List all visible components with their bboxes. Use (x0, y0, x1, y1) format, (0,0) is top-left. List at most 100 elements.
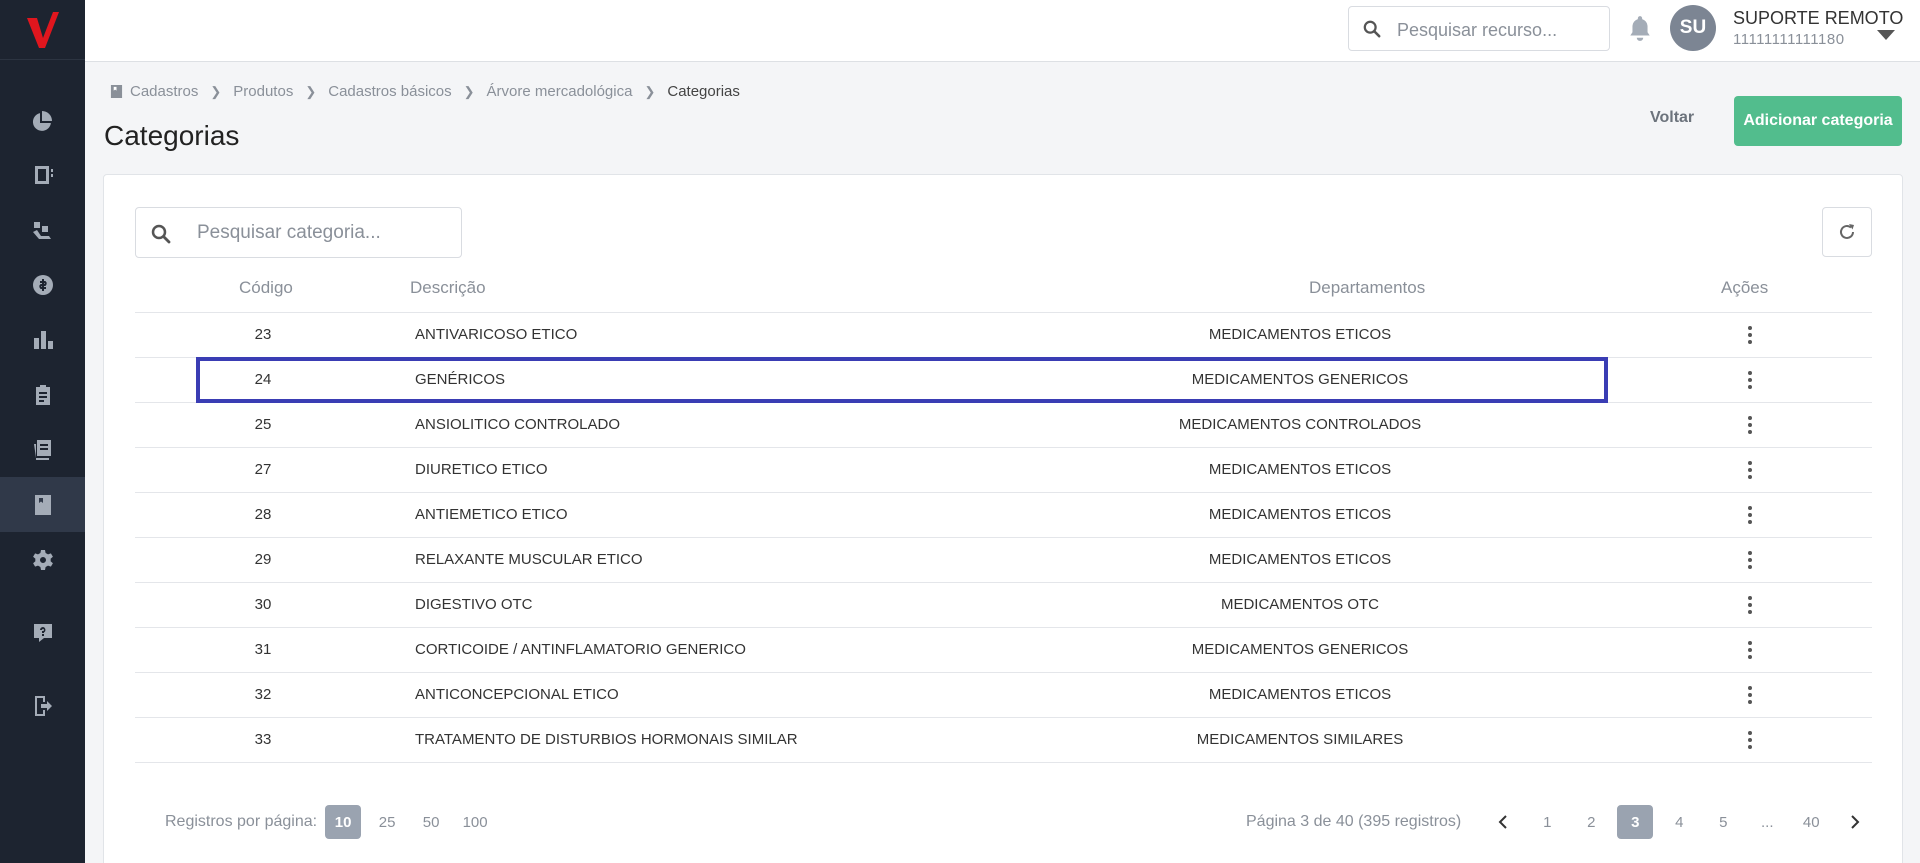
cell-code: 28 (254, 506, 272, 523)
more-vertical-icon[interactable] (1744, 549, 1756, 571)
finance-icon (32, 274, 53, 295)
column-header-code[interactable]: Código (239, 278, 293, 298)
cell-department: MEDICAMENTOS ETICOS (1208, 551, 1392, 568)
breadcrumb-item[interactable]: Árvore mercadológica (487, 83, 633, 100)
dashboard-icon (32, 110, 52, 131)
chevron-right-icon: ❯ (305, 83, 317, 99)
sidebar-item-clipboard[interactable] (0, 367, 85, 422)
more-vertical-icon[interactable] (1744, 459, 1756, 481)
cell-code: 27 (254, 461, 272, 478)
sidebar-item-notebook[interactable] (0, 147, 85, 202)
column-header-actions: Ações (1721, 278, 1769, 297)
chevron-right-icon: ❯ (463, 83, 475, 99)
page-button[interactable]: 4 (1661, 805, 1697, 839)
more-vertical-icon[interactable] (1744, 594, 1756, 616)
cell-department: MEDICAMENTOS ETICOS (1208, 461, 1392, 478)
sidebar-item-logistics[interactable] (0, 202, 85, 257)
sidebar-item-dashboard[interactable] (0, 93, 85, 148)
brand-logo[interactable] (0, 0, 85, 60)
table-row[interactable]: 33 TRATAMENTO DE DISTURBIOS HORMONAIS SIM… (135, 717, 1872, 762)
sidebar (0, 0, 85, 863)
sidebar-item-finance[interactable] (0, 257, 85, 312)
table-row[interactable]: 32 ANTICONCEPCIONAL ETICO MEDICAMENTOS ETI… (135, 672, 1872, 717)
page-button[interactable]: 1 (1529, 805, 1565, 839)
more-vertical-icon[interactable] (1744, 414, 1756, 436)
category-search-input[interactable]: Pesquisar categoria... (135, 207, 462, 258)
more-vertical-icon[interactable] (1744, 639, 1756, 661)
breadcrumb-current: Categorias (667, 83, 740, 100)
sidebar-item-invoices[interactable] (0, 422, 85, 477)
pagination-ellipsis: ... (1760, 813, 1774, 831)
notebook-icon (34, 165, 53, 184)
table-row[interactable]: 28 ANTIEMETICO ETICO MEDICAMENTOS ETICOS (135, 492, 1872, 537)
top-header: Pesquisar recurso... SU SUPORTE REMOTO 1… (85, 0, 1920, 62)
column-header-departments[interactable]: Departamentos (1309, 278, 1425, 298)
sidebar-item-settings[interactable] (0, 532, 85, 587)
table-row[interactable]: 27 DIURETICO ETICO MEDICAMENTOS ETICOS (135, 447, 1872, 492)
sidebar-item-help[interactable] (0, 605, 85, 660)
logout-icon (34, 695, 52, 716)
brand-logo-icon (26, 11, 59, 48)
back-button[interactable]: Voltar (1650, 109, 1694, 127)
more-vertical-icon[interactable] (1744, 504, 1756, 526)
pagination-info: Página 3 de 40 (395 registros) (1246, 813, 1462, 830)
cell-description: ANTIEMETICO ETICO (415, 506, 568, 523)
more-vertical-icon[interactable] (1744, 369, 1756, 391)
table-row[interactable]: 30 DIGESTIVO OTC MEDICAMENTOS OTC (135, 582, 1872, 627)
user-name[interactable]: SUPORTE REMOTO (1733, 8, 1903, 29)
more-vertical-icon[interactable] (1744, 729, 1756, 751)
global-search-input[interactable]: Pesquisar recurso... (1348, 6, 1610, 51)
cell-description: RELAXANTE MUSCULAR ETICO (415, 551, 643, 568)
cell-department: MEDICAMENTOS OTC (1220, 596, 1380, 613)
avatar[interactable]: SU (1670, 5, 1716, 51)
reports-icon (33, 330, 53, 349)
page-button[interactable]: 40 (1793, 805, 1829, 839)
cell-department: MEDICAMENTOS SIMILARES (1196, 731, 1404, 748)
refresh-button[interactable] (1822, 207, 1872, 257)
chevron-right-icon: ❯ (644, 83, 656, 99)
global-search-placeholder: Pesquisar recurso... (1397, 20, 1558, 40)
sidebar-item-reports[interactable] (0, 312, 85, 367)
table-row[interactable]: 23 ANTIVARICOSO ETICO MEDICAMENTOS ETICOS (135, 312, 1872, 357)
page-button[interactable]: 2 (1573, 805, 1609, 839)
more-vertical-icon[interactable] (1744, 324, 1756, 346)
more-vertical-icon[interactable] (1744, 684, 1756, 706)
cell-department: MEDICAMENTOS ETICOS (1208, 326, 1392, 343)
page-button[interactable]: 5 (1705, 805, 1741, 839)
chevron-right-icon (1851, 815, 1860, 829)
table-row[interactable]: 29 RELAXANTE MUSCULAR ETICO MEDICAMENTOS E… (135, 537, 1872, 582)
prev-page-button[interactable] (1485, 805, 1521, 839)
table-row[interactable]: 25 ANSIOLITICO CONTROLADO MEDICAMENTOS CON… (135, 402, 1872, 447)
breadcrumb-item[interactable]: Cadastros básicos (328, 83, 451, 100)
per-page-option[interactable]: 25 (369, 805, 405, 839)
cell-department: MEDICAMENTOS ETICOS (1208, 506, 1392, 523)
logistics-icon (32, 221, 51, 239)
column-header-description[interactable]: Descrição (410, 278, 486, 298)
cell-code: 30 (254, 596, 272, 613)
sidebar-item-catalog[interactable] (0, 477, 85, 532)
next-page-button[interactable] (1837, 805, 1873, 839)
breadcrumb-item[interactable]: Produtos (233, 83, 293, 100)
cell-description: CORTICOIDE / ANTINFLAMATORIO GENERICO (415, 641, 746, 658)
cell-description: DIGESTIVO OTC (415, 596, 533, 613)
page-button[interactable]: 3 (1617, 805, 1654, 839)
breadcrumb-item[interactable]: Cadastros (130, 83, 198, 100)
per-page-label: Registros por página: (165, 813, 318, 830)
cell-description: TRATAMENTO DE DISTURBIOS HORMONAIS SIMIL… (415, 731, 798, 748)
sidebar-item-logout[interactable] (0, 678, 85, 733)
chevron-down-icon[interactable] (1877, 30, 1895, 40)
cell-description: ANTIVARICOSO ETICO (415, 326, 578, 343)
per-page-option[interactable]: 10 (325, 805, 362, 839)
cell-description: ANSIOLITICO CONTROLADO (415, 416, 621, 433)
table-row[interactable]: 31 CORTICOIDE / ANTINFLAMATORIO GENERICO M… (135, 627, 1872, 672)
user-id: 11111111111180 (1733, 31, 1845, 48)
per-page-selector: Registros por página: 10 25 50 100 (165, 805, 493, 839)
cell-description: ANTICONCEPCIONAL ETICO (415, 686, 619, 703)
cell-department: MEDICAMENTOS ETICOS (1208, 686, 1392, 703)
per-page-option[interactable]: 50 (413, 805, 449, 839)
bell-icon[interactable] (1627, 14, 1653, 42)
per-page-option[interactable]: 100 (457, 805, 493, 839)
search-icon (151, 224, 171, 244)
add-category-button[interactable]: Adicionar categoria (1734, 96, 1902, 146)
category-search-placeholder: Pesquisar categoria... (197, 222, 381, 243)
